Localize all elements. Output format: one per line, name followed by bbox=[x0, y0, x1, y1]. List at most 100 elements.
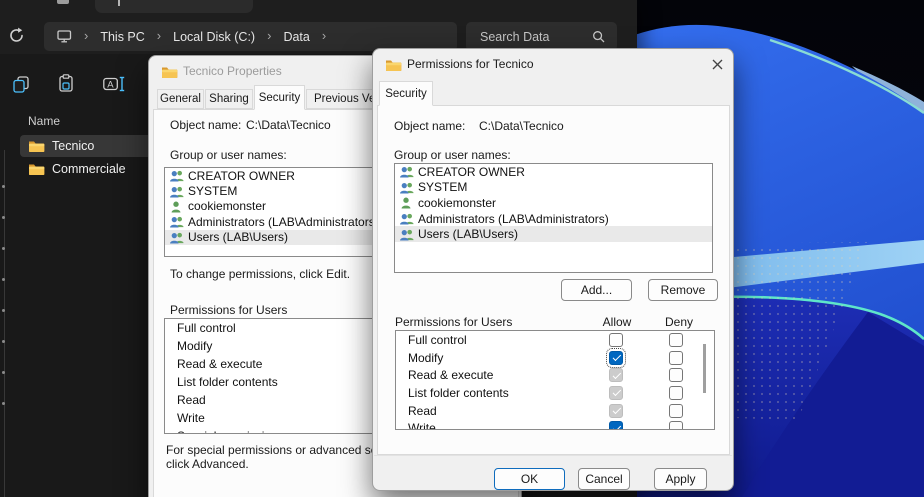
advanced-hint-line2: click Advanced. bbox=[166, 457, 249, 471]
deny-column-header: Deny bbox=[664, 315, 694, 329]
group-icon bbox=[169, 215, 184, 228]
cancel-button[interactable]: Cancel bbox=[578, 468, 630, 490]
breadcrumb[interactable]: › This PC › Local Disk (C:) › Data › bbox=[44, 22, 457, 51]
tab-security[interactable]: Security bbox=[379, 81, 433, 106]
breadcrumb-local-disk[interactable]: Local Disk (C:) bbox=[173, 30, 255, 44]
allow-checkbox[interactable] bbox=[609, 421, 623, 430]
rail-dot bbox=[2, 340, 5, 343]
object-name-label: Object name: bbox=[394, 119, 465, 133]
file-name: Commerciale bbox=[52, 162, 126, 176]
group-item[interactable]: cookiemonster bbox=[395, 195, 712, 211]
file-row-tecnico[interactable]: Tecnico bbox=[20, 135, 152, 157]
group-icon bbox=[169, 231, 184, 244]
pane-divider bbox=[4, 150, 5, 497]
tab-security[interactable]: Security bbox=[254, 85, 305, 110]
file-name: Tecnico bbox=[52, 139, 94, 153]
apply-button[interactable]: Apply bbox=[654, 468, 707, 490]
object-name-label: Object name: bbox=[170, 118, 241, 132]
chevron-right-icon: › bbox=[267, 29, 271, 42]
breadcrumb-data[interactable]: Data bbox=[283, 30, 309, 44]
deny-checkbox[interactable] bbox=[669, 351, 683, 365]
allow-checkbox[interactable] bbox=[609, 386, 623, 400]
dialog-title: Tecnico Properties bbox=[183, 64, 282, 78]
group-item-label: SYSTEM bbox=[418, 180, 467, 194]
permission-label: Modify bbox=[177, 339, 212, 353]
search-input[interactable]: Search Data bbox=[466, 22, 617, 51]
folder-icon bbox=[161, 65, 178, 79]
remove-button[interactable]: Remove bbox=[648, 279, 718, 301]
user-icon bbox=[399, 196, 414, 209]
scrollbar-thumb[interactable] bbox=[703, 344, 706, 393]
permissions-checklist[interactable]: Full control Modify Read & execute List … bbox=[395, 330, 715, 430]
ok-button[interactable]: OK bbox=[494, 468, 565, 490]
group-item[interactable]: Administrators (LAB\Administrators) bbox=[395, 211, 712, 227]
group-item-label: Administrators (LAB\Administrators) bbox=[418, 212, 609, 226]
groups-listbox[interactable]: CREATOR OWNER SYSTEM cookiemonster Admin… bbox=[394, 163, 713, 273]
file-row-commerciale[interactable]: Commerciale bbox=[20, 158, 152, 180]
group-icon bbox=[399, 228, 414, 241]
folder-icon bbox=[385, 58, 402, 72]
explorer-top-bars: › This PC › Local Disk (C:) › Data › Sea… bbox=[0, 0, 637, 54]
deny-checkbox[interactable] bbox=[669, 333, 683, 347]
edit-hint: To change permissions, click Edit. bbox=[170, 267, 350, 281]
breadcrumb-this-pc[interactable]: This PC bbox=[100, 30, 144, 44]
permission-row-read-execute: Read & execute bbox=[396, 366, 714, 384]
dialog-title: Permissions for Tecnico bbox=[407, 57, 534, 71]
object-name-value: C:\Data\Tecnico bbox=[479, 119, 564, 133]
permissions-label: Permissions for Users bbox=[170, 303, 287, 317]
chevron-right-icon: › bbox=[322, 29, 326, 42]
permission-label: Modify bbox=[408, 351, 443, 365]
column-header-name[interactable]: Name bbox=[28, 114, 60, 128]
object-name-value: C:\Data\Tecnico bbox=[246, 118, 331, 132]
desktop: › This PC › Local Disk (C:) › Data › Sea… bbox=[0, 0, 924, 497]
rail-dot bbox=[2, 216, 5, 219]
copy-button[interactable] bbox=[12, 76, 30, 98]
permission-label: Read bbox=[177, 393, 206, 407]
group-item[interactable]: CREATOR OWNER bbox=[395, 164, 712, 180]
permission-row-full-control: Full control bbox=[396, 331, 714, 349]
rename-icon: A bbox=[103, 76, 126, 92]
monitor-icon bbox=[57, 30, 72, 43]
allow-checkbox[interactable] bbox=[609, 368, 623, 382]
group-icon bbox=[399, 165, 414, 178]
permission-row-read: Read bbox=[396, 402, 714, 420]
chevron-right-icon: › bbox=[157, 29, 161, 42]
deny-checkbox[interactable] bbox=[669, 421, 683, 430]
group-icon bbox=[169, 169, 184, 182]
allow-checkbox[interactable] bbox=[609, 333, 623, 347]
rail-dot bbox=[2, 185, 5, 188]
folder-icon bbox=[28, 139, 45, 153]
group-item-label: CREATOR OWNER bbox=[188, 169, 295, 183]
permission-label: Special permissions bbox=[177, 429, 284, 434]
group-item-label: CREATOR OWNER bbox=[418, 165, 525, 179]
allow-checkbox[interactable] bbox=[609, 351, 623, 365]
allow-checkbox[interactable] bbox=[609, 404, 623, 418]
permission-row-modify: Modify bbox=[396, 349, 714, 367]
deny-checkbox[interactable] bbox=[669, 404, 683, 418]
copy-icon bbox=[12, 76, 30, 93]
rail-dot bbox=[2, 309, 5, 312]
paste-button[interactable] bbox=[58, 74, 74, 98]
search-icon bbox=[592, 30, 606, 44]
folder-icon bbox=[28, 162, 45, 176]
tab-general[interactable]: General bbox=[157, 89, 204, 109]
refresh-button[interactable] bbox=[8, 27, 28, 47]
tab-sharing[interactable]: Sharing bbox=[205, 89, 253, 109]
deny-checkbox[interactable] bbox=[669, 368, 683, 382]
group-item-selected[interactable]: Users (LAB\Users) bbox=[395, 226, 712, 242]
group-item-label: cookiemonster bbox=[418, 196, 496, 210]
group-icon bbox=[399, 212, 414, 225]
rename-button[interactable]: A bbox=[103, 76, 126, 97]
permission-label: Write bbox=[177, 411, 205, 425]
group-item[interactable]: SYSTEM bbox=[395, 180, 712, 196]
permission-label: Read bbox=[408, 404, 437, 418]
group-item-label: Users (LAB\Users) bbox=[418, 227, 518, 241]
permissions-dialog: Permissions for Tecnico Security Object … bbox=[372, 48, 734, 491]
close-button[interactable] bbox=[705, 53, 729, 75]
add-button[interactable]: Add... bbox=[561, 279, 632, 301]
deny-checkbox[interactable] bbox=[669, 386, 683, 400]
user-icon bbox=[169, 200, 184, 213]
refresh-icon bbox=[8, 27, 25, 44]
rail-dot bbox=[2, 247, 5, 250]
group-item-label: Administrators (LAB\Administrators) bbox=[188, 215, 379, 229]
